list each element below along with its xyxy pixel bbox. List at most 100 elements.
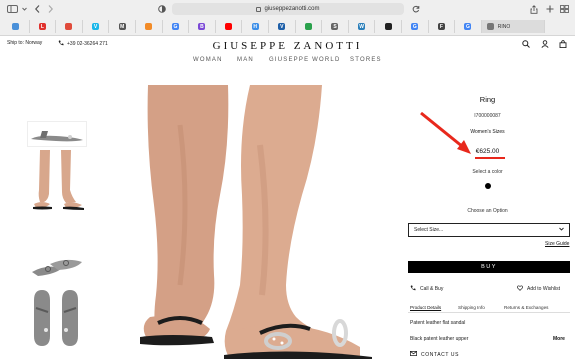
nav-woman[interactable]: WOMAN <box>193 57 223 63</box>
tab-favicon-green <box>304 23 312 30</box>
tab-favicon-google: G <box>411 23 419 30</box>
product-price: €625.00 <box>475 148 500 155</box>
tab-shipping-info[interactable]: Shipping Info <box>458 305 485 310</box>
wishlist-label: Add to Wishlist <box>527 286 561 292</box>
tab-favicon-m: M <box>118 23 126 30</box>
browser-tab[interactable]: G <box>402 20 429 33</box>
browser-tab[interactable]: W <box>349 20 376 33</box>
product-main-image[interactable] <box>110 85 390 359</box>
tab-favicon-fp: F <box>437 23 445 30</box>
tab-favicon-vimeo: V <box>92 23 100 30</box>
address-bar[interactable]: giuseppezanotti.com <box>172 3 404 15</box>
size-select[interactable]: Select Size... <box>408 223 570 237</box>
cart-icon[interactable] <box>559 40 567 49</box>
browser-tab[interactable] <box>216 20 243 33</box>
product-thumbnail[interactable] <box>28 288 86 348</box>
more-link[interactable]: More <box>553 336 565 342</box>
share-icon[interactable] <box>530 4 538 14</box>
browser-tab[interactable]: S <box>322 20 349 33</box>
privacy-shield-icon[interactable] <box>158 4 166 14</box>
browser-tab[interactable] <box>3 20 30 33</box>
browser-chrome: giuseppezanotti.com L V M G B H V S W G F G RINO <box>0 0 575 36</box>
call-and-buy-link[interactable]: Call & Buy <box>410 285 443 293</box>
tab-favicon-google: G <box>464 23 472 30</box>
phone-link[interactable]: +39 02-36264 271 <box>58 40 108 48</box>
tab-favicon-youtube <box>225 23 233 30</box>
product-panel: Ring I700000087 Women's Sizes €625.00 Se… <box>405 85 570 359</box>
new-tab-icon[interactable] <box>546 4 554 14</box>
add-to-wishlist-link[interactable]: Add to Wishlist <box>517 285 560 293</box>
browser-tab[interactable]: M <box>109 20 136 33</box>
tab-favicon-google: G <box>171 23 179 30</box>
browser-tab[interactable] <box>296 20 323 33</box>
tab-favicon-v: V <box>278 23 286 30</box>
browser-tab[interactable]: V <box>83 20 110 33</box>
product-info-tabs: Product Details Shipping Info Returns & … <box>408 303 570 313</box>
price-underline-annotation <box>475 157 505 159</box>
product-thumbnail[interactable] <box>27 121 87 147</box>
tab-bar: L V M G B H V S W G F G RINO <box>0 19 575 35</box>
tab-favicon-hd: H <box>251 23 259 30</box>
tab-favicon-s: S <box>331 23 339 30</box>
browser-tab[interactable] <box>375 20 402 33</box>
tab-favicon-wordpress: W <box>358 23 366 30</box>
browser-tab[interactable]: F <box>429 20 456 33</box>
tab-favicon-calendar <box>65 23 73 30</box>
reload-icon[interactable] <box>412 4 420 14</box>
tab-favicon-orange <box>145 23 153 30</box>
contact-us-label: CONTACT US <box>421 351 460 358</box>
description-line: Black patent leather upper <box>410 336 469 342</box>
chevron-down-icon[interactable] <box>21 4 27 14</box>
browser-tab-active[interactable]: RINO <box>481 20 545 33</box>
browser-toolbar: giuseppezanotti.com <box>0 0 575 18</box>
ship-to-link[interactable]: Ship to: Norway <box>7 40 42 46</box>
user-icon[interactable] <box>541 40 549 48</box>
product-thumbnail[interactable] <box>28 150 86 212</box>
browser-tab[interactable] <box>136 20 163 33</box>
nav-stores[interactable]: STORES <box>350 57 382 63</box>
url-text: giuseppezanotti.com <box>264 6 320 12</box>
chevron-down-icon <box>559 227 564 233</box>
tab-favicon-l: L <box>38 23 46 30</box>
description-line: Patent leather flat sandal <box>410 320 466 326</box>
sidebar-toggle-icon[interactable] <box>6 4 18 14</box>
call-and-buy-label: Call & Buy <box>420 286 444 292</box>
tab-title: RINO <box>497 23 511 30</box>
tab-favicon-disc <box>384 23 392 30</box>
browser-tab[interactable] <box>56 20 83 33</box>
product-title: Ring <box>479 95 496 104</box>
mail-icon <box>410 351 417 358</box>
forward-icon[interactable] <box>46 4 54 14</box>
tab-returns-exchanges[interactable]: Returns & Exchanges <box>504 305 548 310</box>
browser-tab[interactable]: G <box>163 20 190 33</box>
nav-giuseppe-world[interactable]: GIUSEPPE WORLD <box>269 57 340 63</box>
browser-tab[interactable]: B <box>189 20 216 33</box>
color-label: Select a color <box>472 169 503 175</box>
tab-favicon-b: B <box>198 23 206 30</box>
option-label: Choose an Option <box>467 208 508 214</box>
site-logo[interactable]: GIUSEPPE ZANOTTI <box>195 40 380 52</box>
buy-button[interactable]: BUY <box>408 261 570 273</box>
browser-tab[interactable]: V <box>269 20 296 33</box>
size-guide-link[interactable]: Size Guide <box>545 241 569 247</box>
product-sku: I700000087 <box>474 113 501 119</box>
sizes-label: Women's Sizes <box>470 129 505 135</box>
generic-tab-icon <box>12 23 20 30</box>
search-icon[interactable] <box>522 40 530 48</box>
tab-overview-icon[interactable] <box>560 4 569 14</box>
contact-us-link[interactable]: CONTACT US <box>410 351 459 358</box>
browser-tab[interactable]: L <box>30 20 57 33</box>
nav-man[interactable]: MAN <box>237 57 254 63</box>
tab-product-details[interactable]: Product Details <box>410 305 441 310</box>
lock-icon <box>256 6 262 12</box>
browser-tab[interactable]: G <box>455 20 482 33</box>
heart-icon <box>517 285 523 293</box>
phone-icon <box>410 285 416 293</box>
phone-number: +39 02-36264 271 <box>67 41 108 47</box>
tab-favicon-rino <box>486 23 494 30</box>
color-swatch-black[interactable] <box>485 183 491 189</box>
phone-icon <box>58 40 64 48</box>
product-thumbnail[interactable] <box>28 252 86 278</box>
browser-tab[interactable]: H <box>242 20 269 33</box>
back-icon[interactable] <box>33 4 41 14</box>
